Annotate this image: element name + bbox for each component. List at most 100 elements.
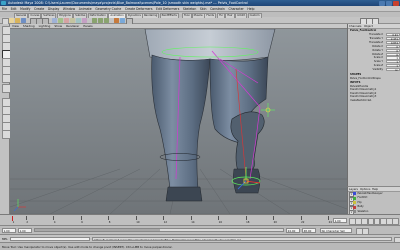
timeline-tick-label: 18 (246, 221, 250, 224)
mask-icon[interactable] (64, 18, 69, 23)
timeline-tick-label: 2 (26, 221, 28, 224)
shape-name[interactable]: Pelvis_FootControlShape (350, 77, 396, 80)
shelf-tab-rendering[interactable]: Rendering (142, 12, 160, 18)
layer-row[interactable]: V PelvisIkHandleLayer (349, 192, 400, 197)
shelf-tab-curves[interactable]: Curves (28, 12, 42, 18)
shelf-tab-muscle[interactable]: Muscle (191, 12, 205, 18)
range-bar[interactable] (34, 228, 284, 233)
minimize-icon[interactable] (379, 0, 385, 6)
layer-row[interactable]: V Skeleton (349, 210, 400, 215)
layer-color-swatch[interactable] (353, 196, 356, 200)
start-time-field[interactable]: 1.00 (2, 228, 16, 233)
open-scene-icon[interactable] (15, 18, 20, 23)
maximize-icon[interactable] (386, 0, 392, 6)
timeline-tick-label: 8 (108, 221, 111, 224)
shelf-tab-fluids[interactable]: Fluids (204, 12, 216, 18)
playback-end-field[interactable]: 24.00 (286, 228, 300, 233)
perspective-viewport[interactable]: View Shading Lighting Show Renderer Panels (10, 24, 347, 214)
timeline-tick-label: 10 (136, 221, 140, 224)
shelf-tab-hair[interactable]: Hair (225, 12, 235, 18)
body-mesh[interactable] (144, 29, 276, 62)
tab-channels[interactable]: Channels (349, 24, 361, 28)
channel-value-field[interactable]: 0 (386, 44, 400, 49)
channel-value-field[interactable]: 0 (386, 48, 400, 53)
channel-value-field[interactable]: on (386, 68, 400, 72)
current-time-indicator[interactable] (12, 215, 14, 221)
left-foot-mesh[interactable] (165, 186, 203, 202)
command-input[interactable] (10, 236, 90, 242)
snap-to-curve-icon[interactable] (98, 18, 103, 23)
layer-menu-help[interactable]: Help (372, 187, 378, 191)
shelf-tab-custom[interactable]: Custom (247, 12, 262, 18)
layer-row[interactable]: V Belly (349, 205, 400, 211)
channel-box-object-name[interactable]: Pelvis_FootControl (350, 29, 396, 32)
channel-value-field[interactable]: 1 (386, 60, 400, 64)
mask-icon[interactable] (70, 18, 75, 23)
scene-canvas[interactable] (10, 29, 347, 214)
channel-value-field[interactable]: 1 (386, 56, 400, 60)
layer-name[interactable]: Belly (358, 205, 364, 209)
close-icon[interactable] (393, 0, 399, 6)
layer-row[interactable]: V FootCtrl (349, 196, 400, 202)
character-set-menu[interactable]: No Character Set (320, 228, 352, 233)
channel-value-field[interactable]: 0 (386, 52, 400, 57)
mask-icon[interactable] (82, 18, 87, 23)
channel-value-field[interactable]: 0.874 (386, 40, 400, 45)
timeline-tick-label: 14 (191, 221, 195, 224)
timeline-tick-label: 22 (301, 221, 305, 224)
maya-logo-icon (1, 0, 6, 6)
timeline-tick-label: 4 (53, 221, 56, 224)
layer-color-swatch[interactable] (353, 201, 356, 204)
mask-icon[interactable] (76, 18, 81, 23)
window-title: Autodesk Maya 2008: C:\Users\Lauren\Docu… (8, 0, 248, 5)
new-scene-icon[interactable] (9, 18, 14, 23)
shelf-tab-fur[interactable]: Fur (217, 12, 226, 18)
mask-icon[interactable] (58, 18, 63, 23)
layer-menu-options[interactable]: Options (360, 187, 370, 191)
end-time-field[interactable]: 48.00 (302, 228, 316, 233)
range-slider: 1.00 1.00 24.00 48.00 No Character Set (0, 225, 400, 235)
save-scene-icon[interactable] (21, 18, 26, 23)
mask-icon[interactable] (52, 18, 57, 23)
input-node[interactable]: makeNurbCircle1 (350, 99, 396, 102)
layer-name[interactable]: PelvisIkHandleLayer (358, 192, 383, 196)
channel-value-field[interactable]: 1 (386, 64, 400, 68)
shelf-tab-painteffects[interactable]: PaintEffects (159, 12, 179, 18)
layer-menu-layers[interactable]: Layers (349, 187, 358, 191)
layer-name[interactable]: Hip (358, 201, 362, 205)
layer-name[interactable]: Skeleton (358, 210, 369, 214)
shelf-tab-polygons[interactable]: Polygons (57, 12, 73, 18)
layer-color-swatch[interactable] (353, 192, 356, 195)
channel-row[interactable]: Visibility on (349, 68, 400, 72)
step-back-frame-icon[interactable] (361, 218, 368, 225)
go-to-end-icon[interactable] (392, 218, 399, 225)
layer-row[interactable]: V Hip (349, 201, 400, 206)
channel-label[interactable]: Visibility (373, 68, 383, 72)
shelf-tab-animation[interactable]: Animation (108, 12, 126, 18)
layer-color-swatch[interactable] (353, 210, 356, 213)
command-language-label[interactable]: MEL (2, 237, 8, 241)
ipr-render-icon[interactable] (120, 18, 125, 23)
tab-object[interactable]: Object (364, 24, 373, 28)
shelf-tab-toon[interactable]: Toon (182, 12, 192, 18)
playback-start-field[interactable]: 1.00 (18, 228, 32, 233)
timeline-tick-label: 20 (273, 221, 277, 224)
render-icon[interactable] (114, 18, 119, 23)
command-line: MEL // Result: C:/Users/Lauren/Documents… (0, 234, 400, 244)
channel-value-field[interactable]: 2.471 (386, 36, 400, 41)
shelf-tab-dynamics[interactable]: Dynamics (126, 12, 143, 18)
shelf-tab-general[interactable]: General (14, 12, 29, 18)
shelf-tab-subdivs[interactable]: Subdivs (73, 12, 88, 18)
layer-name[interactable]: FootCtrl (358, 196, 368, 200)
layer-color-swatch[interactable] (353, 205, 356, 209)
shelf-tab-deformation[interactable]: Deformation (87, 12, 108, 18)
shelf-tab-surfaces[interactable]: Surfaces (41, 12, 57, 18)
range-handle[interactable] (35, 229, 160, 232)
snap-to-point-icon[interactable] (104, 18, 109, 23)
time-slider[interactable]: 1 2 4 6 8 10 12 14 16 18 20 22 24 1.00 (0, 214, 400, 225)
snap-to-grid-icon[interactable] (92, 18, 97, 23)
timeline-tick-label: 1 (12, 221, 15, 224)
current-frame-field[interactable]: 1.00 (333, 218, 347, 223)
shelf-tab-ncloth[interactable]: nCloth (234, 12, 248, 18)
channel-value-field[interactable]: 0.91 (386, 33, 400, 37)
